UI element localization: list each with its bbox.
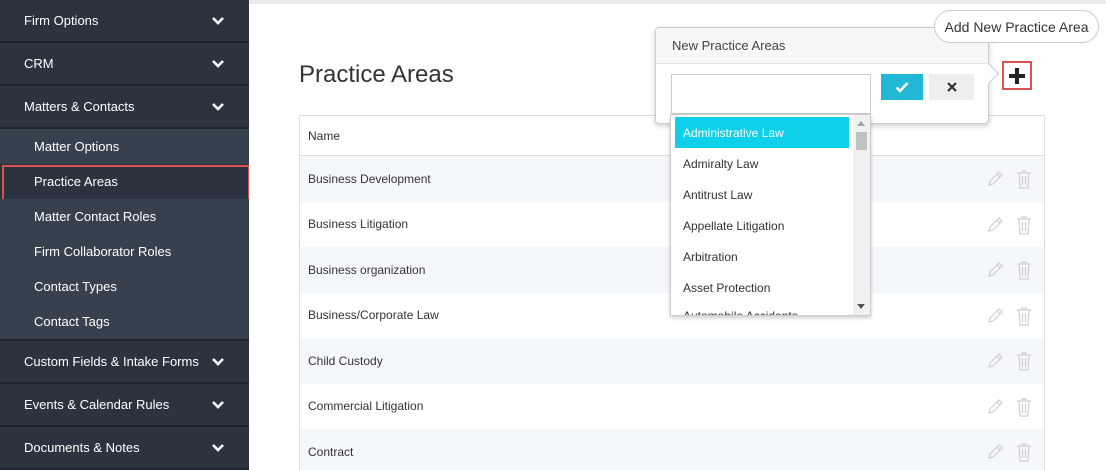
close-icon bbox=[946, 82, 957, 92]
scroll-up-arrow[interactable] bbox=[857, 121, 865, 126]
sidebar-item-label: Matter Options bbox=[34, 139, 120, 154]
sidebar-item[interactable]: Matter Options bbox=[0, 129, 249, 164]
trash-icon[interactable] bbox=[1016, 397, 1032, 417]
pencil-icon[interactable] bbox=[986, 307, 1004, 325]
practice-area-input[interactable] bbox=[671, 74, 871, 114]
pencil-icon[interactable] bbox=[986, 261, 1004, 279]
page-title: Practice Areas bbox=[299, 61, 454, 88]
trash-icon[interactable] bbox=[1016, 442, 1032, 462]
sidebar-section[interactable]: Matters & Contacts bbox=[0, 86, 249, 129]
dropdown-option[interactable]: Asset Protection bbox=[671, 272, 851, 303]
pencil-icon[interactable] bbox=[986, 352, 1004, 370]
trash-icon[interactable] bbox=[1016, 260, 1032, 280]
sidebar-section[interactable]: Custom Fields & Intake Forms bbox=[0, 341, 249, 384]
scroll-thumb[interactable] bbox=[856, 132, 867, 150]
sidebar-section-label: Events & Calendar Rules bbox=[24, 397, 170, 412]
practice-area-name: Contract bbox=[308, 444, 354, 459]
table-row: Commercial Litigation bbox=[300, 384, 1044, 430]
sidebar-item[interactable]: Contact Types bbox=[0, 269, 249, 304]
new-practice-area-popup: New Practice Areas bbox=[655, 27, 989, 124]
chevron-down-icon bbox=[212, 358, 224, 366]
dropdown-option[interactable]: Admiralty Law bbox=[671, 148, 851, 179]
practice-area-name: Child Custody bbox=[308, 353, 383, 368]
sidebar-item-label: Practice Areas bbox=[34, 174, 118, 189]
chevron-down-icon bbox=[212, 17, 224, 25]
pencil-icon[interactable] bbox=[986, 170, 1004, 188]
sidebar-submenu: Matter Options Practice Areas Matter Conta… bbox=[0, 129, 250, 341]
table-row: Contract bbox=[300, 429, 1044, 470]
chevron-down-icon bbox=[212, 103, 224, 111]
trash-icon[interactable] bbox=[1016, 306, 1032, 326]
sidebar-section[interactable]: Documents & Notes bbox=[0, 427, 249, 470]
practice-area-name: Commercial Litigation bbox=[308, 399, 424, 414]
sidebar-section-label: Firm Options bbox=[24, 13, 99, 28]
practice-area-dropdown[interactable]: Administrative Law Admiralty Law Antitrust… bbox=[670, 114, 871, 316]
sidebar-item-label: Firm Collaborator Roles bbox=[34, 244, 172, 259]
add-practice-area-button[interactable] bbox=[1002, 61, 1032, 90]
practice-area-name: Business Development bbox=[308, 171, 431, 186]
sidebar-section[interactable]: Events & Calendar Rules bbox=[0, 384, 249, 427]
dropdown-option[interactable]: Automobile Accidents bbox=[671, 303, 851, 315]
pencil-icon[interactable] bbox=[986, 443, 1004, 461]
pencil-icon[interactable] bbox=[986, 216, 1004, 234]
sidebar-section-label: Custom Fields & Intake Forms bbox=[24, 354, 199, 369]
confirm-button[interactable] bbox=[881, 74, 923, 100]
sidebar-item[interactable]: Contact Tags bbox=[0, 304, 249, 339]
scroll-down-arrow[interactable] bbox=[857, 304, 865, 309]
sidebar-item[interactable]: Firm Collaborator Roles bbox=[0, 234, 249, 269]
practice-area-name: Business Litigation bbox=[308, 217, 409, 232]
sidebar-item-label: Contact Tags bbox=[34, 314, 110, 329]
cancel-button[interactable] bbox=[929, 74, 974, 100]
practice-area-name: Business organization bbox=[308, 262, 426, 277]
chevron-down-icon bbox=[212, 401, 224, 409]
chevron-down-icon bbox=[212, 60, 224, 68]
dropdown-option[interactable]: Appellate Litigation bbox=[671, 210, 851, 241]
sidebar-item-label: Contact Types bbox=[34, 279, 117, 294]
sidebar-section[interactable]: Firm Options bbox=[0, 0, 249, 43]
dropdown-scrollbar[interactable] bbox=[853, 115, 870, 315]
sidebar: Firm Options CRM Matters & Contacts Matter… bbox=[0, 0, 250, 470]
dropdown-option[interactable]: Antitrust Law bbox=[671, 179, 851, 210]
sidebar-section[interactable]: CRM bbox=[0, 43, 249, 86]
pencil-icon[interactable] bbox=[986, 398, 1004, 416]
trash-icon[interactable] bbox=[1016, 215, 1032, 235]
trash-icon[interactable] bbox=[1016, 351, 1032, 371]
table-row: Child Custody bbox=[300, 338, 1044, 384]
check-icon bbox=[895, 82, 909, 93]
dropdown-option[interactable]: Arbitration bbox=[671, 241, 851, 272]
sidebar-section-label: CRM bbox=[24, 56, 54, 71]
trash-icon[interactable] bbox=[1016, 169, 1032, 189]
sidebar-item[interactable]: Matter Contact Roles bbox=[0, 199, 249, 234]
sidebar-section-label: Documents & Notes bbox=[24, 440, 140, 455]
sidebar-item-label: Matter Contact Roles bbox=[34, 209, 157, 224]
dropdown-option[interactable]: Administrative Law bbox=[675, 117, 849, 148]
plus-icon bbox=[1009, 67, 1025, 84]
add-tooltip: Add New Practice Area bbox=[934, 10, 1099, 43]
practice-area-name: Business/Corporate Law bbox=[308, 308, 439, 323]
chevron-down-icon bbox=[212, 444, 224, 452]
sidebar-section-label: Matters & Contacts bbox=[24, 99, 135, 114]
sidebar-item[interactable]: Practice Areas bbox=[0, 164, 250, 202]
